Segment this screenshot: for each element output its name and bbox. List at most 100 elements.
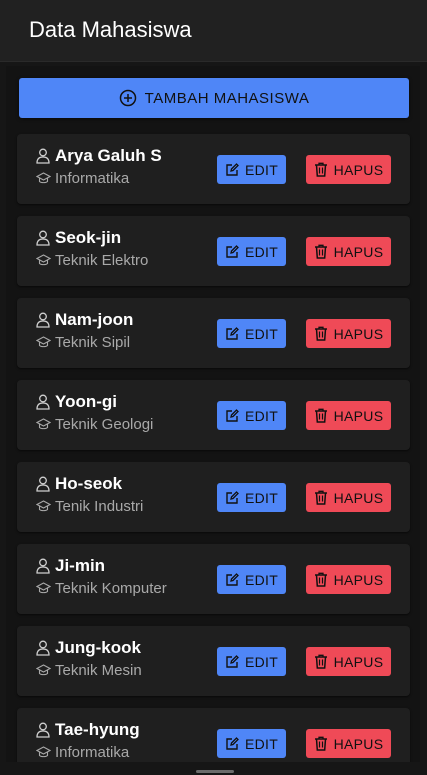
edit-icon	[226, 654, 239, 668]
student-name-row: Nam-joon	[36, 310, 133, 330]
edit-button[interactable]: EDIT	[217, 401, 286, 430]
trash-icon	[314, 654, 327, 669]
graduation-cap-icon	[36, 254, 51, 266]
trash-icon	[314, 736, 327, 751]
trash-icon	[314, 244, 327, 259]
page-title: Data Mahasiswa	[29, 17, 192, 42]
student-program-row: Teknik Mesin	[36, 662, 142, 679]
delete-label: HAPUS	[333, 407, 384, 424]
student-name-row: Tae-hyung	[36, 720, 140, 740]
delete-button[interactable]: HAPUS	[306, 483, 391, 512]
edit-button[interactable]: EDIT	[217, 319, 286, 348]
student-program-row: Informatika	[36, 170, 129, 187]
graduation-cap-icon	[36, 418, 51, 430]
student-name-row: Yoon-gi	[36, 392, 117, 412]
student-card: Jung-kook Teknik Mesin EDIT HAPUS	[17, 626, 410, 696]
student-card: Arya Galuh S Informatika EDIT HAPUS	[17, 134, 410, 204]
student-card: Yoon-gi Teknik Geologi EDIT HAPUS	[17, 380, 410, 450]
delete-label: HAPUS	[333, 735, 384, 752]
student-name: Ji-min	[55, 556, 106, 575]
edit-label: EDIT	[244, 571, 279, 588]
trash-icon	[314, 408, 327, 423]
graduation-cap-icon	[36, 500, 51, 512]
delete-button[interactable]: HAPUS	[306, 647, 391, 676]
delete-button[interactable]: HAPUS	[306, 237, 391, 266]
person-icon	[36, 394, 50, 410]
student-name-row: Seok-jin	[36, 228, 121, 248]
edit-label: EDIT	[244, 243, 279, 260]
edit-button[interactable]: EDIT	[217, 155, 286, 184]
edit-label: EDIT	[244, 161, 279, 178]
student-program-row: Informatika	[36, 744, 129, 761]
graduation-cap-icon	[36, 582, 51, 594]
delete-label: HAPUS	[333, 653, 384, 670]
home-indicator	[196, 770, 234, 773]
student-program-row: Tenik Industri	[36, 498, 143, 515]
edit-icon	[226, 736, 239, 750]
delete-label: HAPUS	[333, 325, 384, 342]
student-card: Nam-joon Teknik Sipil EDIT HAPUS	[17, 298, 410, 368]
edit-icon	[226, 326, 239, 340]
student-program-row: Teknik Komputer	[36, 580, 167, 597]
graduation-cap-icon	[36, 336, 51, 348]
student-card: Ji-min Teknik Komputer EDIT HAPUS	[17, 544, 410, 614]
edit-icon	[226, 244, 239, 258]
student-program: Teknik Elektro	[55, 252, 149, 269]
delete-label: HAPUS	[333, 161, 384, 178]
edit-label: EDIT	[244, 735, 279, 752]
edit-button[interactable]: EDIT	[217, 483, 286, 512]
delete-button[interactable]: HAPUS	[306, 729, 391, 758]
delete-label: HAPUS	[333, 571, 384, 588]
edit-button[interactable]: EDIT	[217, 729, 286, 758]
delete-label: HAPUS	[333, 243, 384, 260]
student-program: Teknik Geologi	[55, 416, 154, 433]
trash-icon	[314, 490, 327, 505]
student-name-row: Ji-min	[36, 556, 105, 576]
student-name: Arya Galuh S	[55, 146, 162, 165]
edit-icon	[226, 490, 239, 504]
student-list-container[interactable]: TAMBAH MAHASISWA Arya Galuh S Informatik…	[6, 66, 420, 762]
student-card: Ho-seok Tenik Industri EDIT HAPUS	[17, 462, 410, 532]
edit-label: EDIT	[244, 489, 279, 506]
student-program: Teknik Sipil	[55, 334, 131, 351]
edit-icon	[226, 572, 239, 586]
student-name-row: Jung-kook	[36, 638, 141, 658]
person-icon	[36, 148, 50, 164]
trash-icon	[314, 162, 327, 177]
student-program: Teknik Komputer	[55, 580, 167, 597]
edit-button[interactable]: EDIT	[217, 647, 286, 676]
edit-label: EDIT	[244, 653, 279, 670]
edit-icon	[226, 162, 239, 176]
app-screen: Data Mahasiswa TAMBAH MAHASISWA Arya Gal…	[0, 0, 427, 775]
graduation-cap-icon	[36, 172, 51, 184]
add-student-label: TAMBAH MAHASISWA	[144, 89, 310, 107]
delete-label: HAPUS	[333, 489, 384, 506]
person-icon	[36, 312, 50, 328]
delete-button[interactable]: HAPUS	[306, 319, 391, 348]
add-student-button[interactable]: TAMBAH MAHASISWA	[19, 78, 409, 118]
person-icon	[36, 558, 50, 574]
edit-icon	[226, 408, 239, 422]
delete-button[interactable]: HAPUS	[306, 401, 391, 430]
student-card: Seok-jin Teknik Elektro EDIT HAPUS	[17, 216, 410, 286]
edit-button[interactable]: EDIT	[217, 565, 286, 594]
student-card: Tae-hyung Informatika EDIT HAPUS	[17, 708, 410, 762]
student-program: Informatika	[55, 170, 130, 187]
delete-button[interactable]: HAPUS	[306, 565, 391, 594]
student-name: Jung-kook	[55, 638, 141, 657]
student-program-row: Teknik Sipil	[36, 334, 130, 351]
edit-button[interactable]: EDIT	[217, 237, 286, 266]
graduation-cap-icon	[36, 664, 51, 676]
student-name: Tae-hyung	[55, 720, 140, 739]
student-program: Informatika	[55, 744, 130, 761]
edit-label: EDIT	[244, 325, 279, 342]
person-icon	[36, 722, 50, 738]
student-name: Yoon-gi	[55, 392, 117, 411]
student-program-row: Teknik Geologi	[36, 416, 153, 433]
person-icon	[36, 230, 50, 246]
trash-icon	[314, 572, 327, 587]
delete-button[interactable]: HAPUS	[306, 155, 391, 184]
edit-label: EDIT	[244, 407, 279, 424]
person-icon	[36, 640, 50, 656]
student-name: Ho-seok	[55, 474, 123, 493]
